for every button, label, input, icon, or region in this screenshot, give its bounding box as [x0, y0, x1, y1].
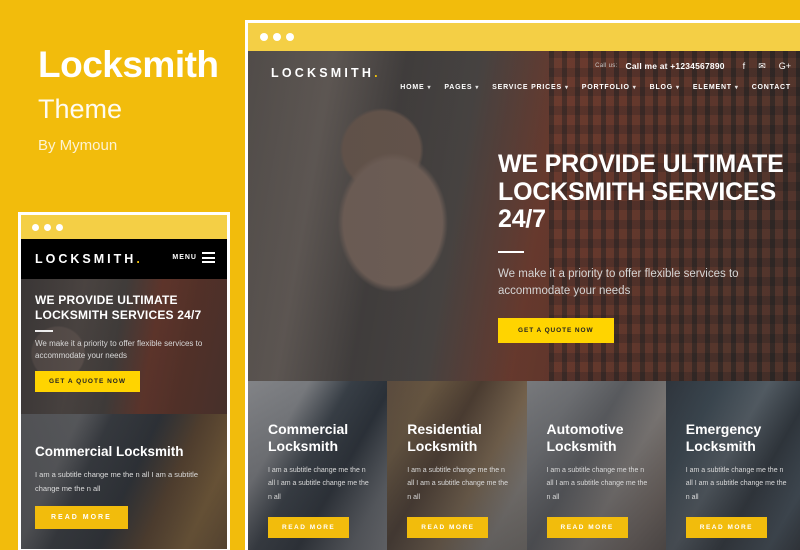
mobile-site-logo[interactable]: LOCKSMITH.	[35, 252, 143, 266]
service-card-commercial[interactable]: Commercial Locksmith I am a subtitle cha…	[248, 381, 388, 550]
desktop-window-titlebar	[248, 23, 800, 51]
get-a-quote-button[interactable]: GET A QUOTE NOW	[498, 318, 614, 344]
call-us-label: Call us:	[595, 63, 618, 69]
desktop-hero-section: LOCKSMITH. Call us: Call me at +12345678…	[248, 51, 800, 381]
chevron-down-icon[interactable]: ▾	[735, 84, 739, 91]
nav-label: HOME	[400, 84, 425, 91]
mobile-hero-title: WE PROVIDE ULTIMATE LOCKSMITH SERVICES 2…	[35, 293, 202, 322]
social-links: f ✉ G+	[743, 61, 791, 71]
mobile-quote-button[interactable]: GET A QUOTE NOW	[35, 371, 140, 392]
nav-label: BLOG	[649, 84, 674, 91]
promo-subtitle: Theme	[38, 94, 123, 124]
hero-divider	[498, 250, 524, 253]
service-card-emergency[interactable]: Emergency Locksmith I am a subtitle chan…	[665, 381, 800, 550]
desktop-logo-dot: .	[374, 66, 381, 80]
nav-label: CONTACT	[751, 84, 791, 91]
hero-text: We make it a priority to offer flexible …	[498, 267, 739, 298]
google-plus-icon[interactable]: G+	[779, 61, 791, 71]
chevron-down-icon[interactable]: ▾	[475, 84, 479, 91]
phone-number[interactable]: Call me at +1234567890	[626, 61, 725, 71]
desktop-site-logo[interactable]: LOCKSMITH.	[271, 66, 381, 80]
card-text: I am a subtitle change me the n all I am…	[546, 467, 648, 501]
maximize-dot-icon[interactable]	[286, 33, 294, 41]
twitter-icon[interactable]: ✉	[758, 61, 766, 71]
card-title: Commercial Locksmith	[268, 421, 349, 455]
nav-item-element[interactable]: ELEMENT ▾	[693, 84, 739, 91]
card-text: I am a subtitle change me the n all I am…	[407, 467, 509, 501]
promo-author: By Mymoun	[38, 137, 118, 154]
service-card-residential[interactable]: Residential Locksmith I am a subtitle ch…	[387, 381, 527, 550]
chevron-down-icon[interactable]: ▾	[676, 84, 680, 91]
mobile-window-controls[interactable]	[32, 224, 63, 231]
maximize-dot-icon[interactable]	[56, 224, 63, 231]
mobile-logo-dot: .	[136, 252, 143, 266]
close-dot-icon[interactable]	[32, 224, 39, 231]
nav-label: PAGES	[444, 84, 473, 91]
hamburger-icon[interactable]	[202, 252, 215, 263]
nav-item-pages[interactable]: PAGES ▾	[444, 84, 479, 91]
mobile-site-header: LOCKSMITH. MENU	[21, 239, 227, 279]
hero-copy: WE PROVIDE ULTIMATE LOCKSMITH SERVICES 2…	[498, 150, 797, 344]
mobile-window-titlebar	[21, 215, 227, 239]
card-title: Residential Locksmith	[407, 421, 482, 455]
nav-item-portfolio[interactable]: PORTFOLIO ▾	[582, 84, 637, 91]
mobile-hero-divider	[35, 330, 53, 332]
facebook-icon[interactable]: f	[743, 61, 746, 71]
desktop-site-header: LOCKSMITH. Call us: Call me at +12345678…	[248, 51, 800, 109]
hero-title: WE PROVIDE ULTIMATE LOCKSMITH SERVICES 2…	[498, 150, 784, 233]
card-text: I am a subtitle change me the n all I am…	[268, 467, 369, 501]
nav-label: SERVICE PRICES	[492, 84, 562, 91]
mobile-preview-window: LOCKSMITH. MENU WE PROVIDE ULTIMATE LOCK…	[18, 212, 230, 550]
mobile-read-more-button[interactable]: READ MORE	[35, 506, 128, 530]
mobile-menu-button[interactable]: MENU	[172, 252, 215, 263]
mobile-hero-text: We make it a priority to offer flexible …	[35, 339, 203, 360]
service-cards-row: Commercial Locksmith I am a subtitle cha…	[248, 381, 800, 550]
desktop-logo-text: LOCKSMITH	[271, 66, 375, 80]
mobile-logo-text: LOCKSMITH	[35, 252, 137, 266]
read-more-button[interactable]: READ MORE	[685, 517, 767, 539]
nav-item-contact[interactable]: CONTACT	[752, 84, 791, 91]
card-title: Emergency Locksmith	[685, 421, 762, 455]
card-title: Automotive Locksmith	[546, 421, 624, 455]
nav-item-service-prices[interactable]: SERVICE PRICES ▾	[492, 84, 569, 91]
promo-title: Locksmith	[38, 44, 219, 85]
mobile-viewport: LOCKSMITH. MENU WE PROVIDE ULTIMATE LOCK…	[21, 239, 227, 549]
nav-item-home[interactable]: HOME ▾	[400, 84, 431, 91]
minimize-dot-icon[interactable]	[273, 33, 281, 41]
main-navigation: HOME ▾ PAGES ▾ SERVICE PRICES ▾ PORTFOLIO ▾ …	[400, 84, 791, 91]
chevron-down-icon[interactable]: ▾	[633, 84, 637, 91]
mobile-card-text: I am a subtitle change me the n all I am…	[35, 470, 199, 493]
mobile-hero-section: WE PROVIDE ULTIMATE LOCKSMITH SERVICES 2…	[21, 279, 227, 414]
card-text: I am a subtitle change me the n all I am…	[685, 467, 787, 501]
read-more-button[interactable]: READ MORE	[407, 517, 489, 539]
header-contact-row: Call us: Call me at +1234567890 f ✉ G+	[595, 61, 791, 71]
nav-item-blog[interactable]: BLOG ▾	[650, 84, 680, 91]
desktop-preview-window: LOCKSMITH. Call us: Call me at +12345678…	[245, 20, 800, 550]
mobile-service-card[interactable]: Commercial Locksmith I am a subtitle cha…	[21, 414, 227, 549]
desktop-viewport: LOCKSMITH. Call us: Call me at +12345678…	[248, 51, 800, 550]
minimize-dot-icon[interactable]	[44, 224, 51, 231]
nav-label: PORTFOLIO	[581, 84, 630, 91]
read-more-button[interactable]: READ MORE	[268, 517, 350, 539]
service-card-automotive[interactable]: Automotive Locksmith I am a subtitle cha…	[526, 381, 666, 550]
nav-label: ELEMENT	[692, 84, 732, 91]
mobile-menu-label: MENU	[172, 254, 197, 261]
mobile-card-title: Commercial Locksmith	[35, 444, 184, 459]
chevron-down-icon[interactable]: ▾	[428, 84, 432, 91]
chevron-down-icon[interactable]: ▾	[565, 84, 569, 91]
desktop-window-controls[interactable]	[260, 33, 294, 41]
read-more-button[interactable]: READ MORE	[546, 517, 628, 539]
close-dot-icon[interactable]	[260, 33, 268, 41]
